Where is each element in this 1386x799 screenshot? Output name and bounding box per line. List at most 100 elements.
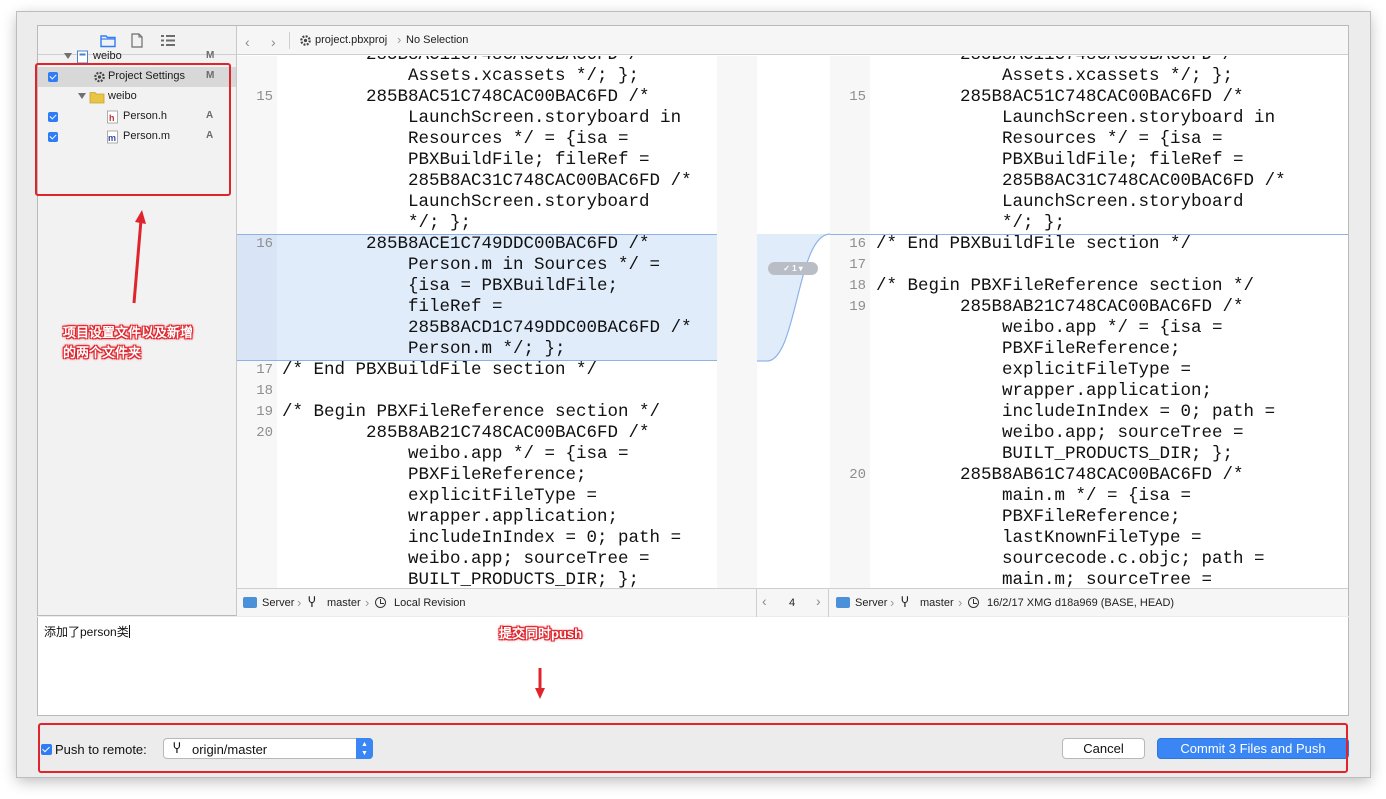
annotation-arrow-up [132,210,146,304]
commit-message-editor[interactable]: 添加了person类 [37,617,1349,716]
server-icon [243,597,257,608]
code-line: /* End PBXBuildFile section */ [876,234,1192,254]
code-line: /* Begin PBXFileReference section */ [282,402,661,422]
annotation-arrow-down [535,668,545,699]
line-number: 20 [849,467,866,483]
line-number: 20 [256,425,273,441]
code-line: fileRef = [282,297,503,317]
code-line: explicitFileType = [282,486,598,506]
commit-message-text[interactable]: 添加了person类 [44,623,130,640]
code-line: {isa = PBXBuildFile; [282,276,619,296]
code-line: weibo.app; sourceTree = [282,549,650,569]
right-code-pane[interactable]: 285B8AC11C748CAC00BAC6FD /* Assets.xcass… [830,56,1348,588]
left-server[interactable]: Server [262,597,294,609]
line-number: 17 [849,257,866,273]
code-line: LaunchScreen.storyboard in [282,108,682,128]
code-line: wrapper.application; [282,507,619,527]
annotation-box-push [38,723,1348,773]
code-line: LaunchScreen.storyboard in [876,108,1276,128]
change-strip [717,56,757,588]
diff-connector-shape [757,233,830,362]
annotation-note-line: 的两个文件夹 [63,345,142,360]
code-line: weibo.app; sourceTree = [876,423,1244,443]
line-number: 16 [256,236,273,252]
code-line: sourcecode.c.objc; path = [876,549,1265,569]
code-line: main.m */ = {isa = [876,486,1192,506]
left-branch[interactable]: master [327,597,361,609]
breadcrumb-separator: › [397,32,402,47]
code-line: 285B8AB21C748CAC00BAC6FD /* [876,297,1244,317]
code-line: */; }; [876,213,1066,233]
code-line: 285B8ACE1C749DDC00BAC6FD /* [282,234,650,254]
back-chevron-icon[interactable]: ‹ [245,34,250,50]
left-code-pane[interactable]: 285B8AC11C748CAC00BAC6FD /* Assets.xcass… [237,56,757,588]
right-branch[interactable]: master [920,597,954,609]
commit-message-value: 添加了person类 [44,625,129,639]
annotation-note-push: 提交同时push [499,626,583,641]
gear-icon [300,35,311,46]
diff-viewer: ‹ › project.pbxproj › No Selection 285B8… [237,25,1349,617]
right-server[interactable]: Server [855,597,887,609]
diff-status-bar: Server › Ⴤ master › Local Revision ‹ 4 ›… [237,588,1348,617]
forward-chevron-icon[interactable]: › [271,34,276,50]
line-number: 17 [256,362,273,378]
branch-icon: Ⴤ [901,595,909,610]
code-line: wrapper.application; [876,381,1213,401]
status-badge: M [206,50,215,61]
text-caret [128,625,130,638]
line-number: 19 [256,404,273,420]
code-line: 285B8AC31C748CAC00BAC6FD /* [282,171,692,191]
jump-bar: ‹ › project.pbxproj › No Selection [237,26,1348,55]
breadcrumb-selection[interactable]: No Selection [406,34,468,46]
project-file-icon [77,50,88,64]
code-line: 285B8AC51C748CAC00BAC6FD /* [876,87,1244,107]
code-line: 285B8AB21C748CAC00BAC6FD /* [282,423,650,443]
previous-change-chevron-icon[interactable]: ‹ [762,593,767,609]
line-number: 16 [849,236,866,252]
breadcrumb-separator: › [365,595,370,610]
code-line: explicitFileType = [876,360,1192,380]
line-number: 19 [849,299,866,315]
server-icon [836,597,850,608]
disclosure-triangle-icon[interactable] [64,53,72,59]
breadcrumb-separator: › [297,595,302,610]
code-line: /* Begin PBXFileReference section */ [876,276,1255,296]
code-line: 285B8AC51C748CAC00BAC6FD /* [282,87,650,107]
code-line: BUILT_PRODUCTS_DIR; }; [876,444,1234,464]
code-line: PBXFileReference; [876,339,1181,359]
code-line: 285B8AB61C748CAC00BAC6FD /* [876,465,1244,485]
change-strip [830,56,870,588]
code-line: Assets.xcassets */; }; [876,66,1234,86]
code-line: LaunchScreen.storyboard [282,192,650,212]
code-line: 285B8ACD1C749DDC00BAC6FD /* [282,318,692,338]
next-change-chevron-icon[interactable]: › [816,593,821,609]
clock-icon [968,597,979,608]
diff-connector [757,56,830,588]
divider [828,589,829,617]
code-line: 285B8AC11C748CAC00BAC6FD /* [876,56,1244,65]
code-line: */; }; [282,213,472,233]
breadcrumb-file[interactable]: project.pbxproj [315,34,387,46]
code-line: /* End PBXBuildFile section */ [282,360,598,380]
code-line: Resources */ = {isa = [282,129,629,149]
change-index: 4 [789,597,796,609]
commit-window: weibo M Project Settings M weibo h Perso… [17,12,1370,777]
breadcrumb-separator: › [890,595,895,610]
left-revision[interactable]: Local Revision [394,597,466,609]
code-line: BUILT_PRODUCTS_DIR; }; [282,570,640,588]
annotation-box-files [35,63,231,196]
code-line: Resources */ = {isa = [876,129,1223,149]
branch-icon: Ⴤ [308,595,316,610]
code-line: PBXBuildFile; fileRef = [876,150,1244,170]
change-count-badge[interactable]: ✓ 1 ▾ [768,262,818,275]
code-line: main.m; sourceTree = [876,570,1213,588]
code-line: Person.m */; }; [282,339,566,359]
code-line: PBXBuildFile; fileRef = [282,150,650,170]
right-revision[interactable]: 16/2/17 XMG d18a969 (BASE, HEAD) [987,597,1174,609]
code-line: includeInIndex = 0; path = [282,528,682,548]
code-line: includeInIndex = 0; path = [876,402,1276,422]
annotation-note-line: 项目设置文件以及新增 [63,325,194,340]
line-number: 15 [849,89,866,105]
divider [756,589,757,617]
code-line: 285B8AC11C748CAC00BAC6FD /* [282,56,650,65]
